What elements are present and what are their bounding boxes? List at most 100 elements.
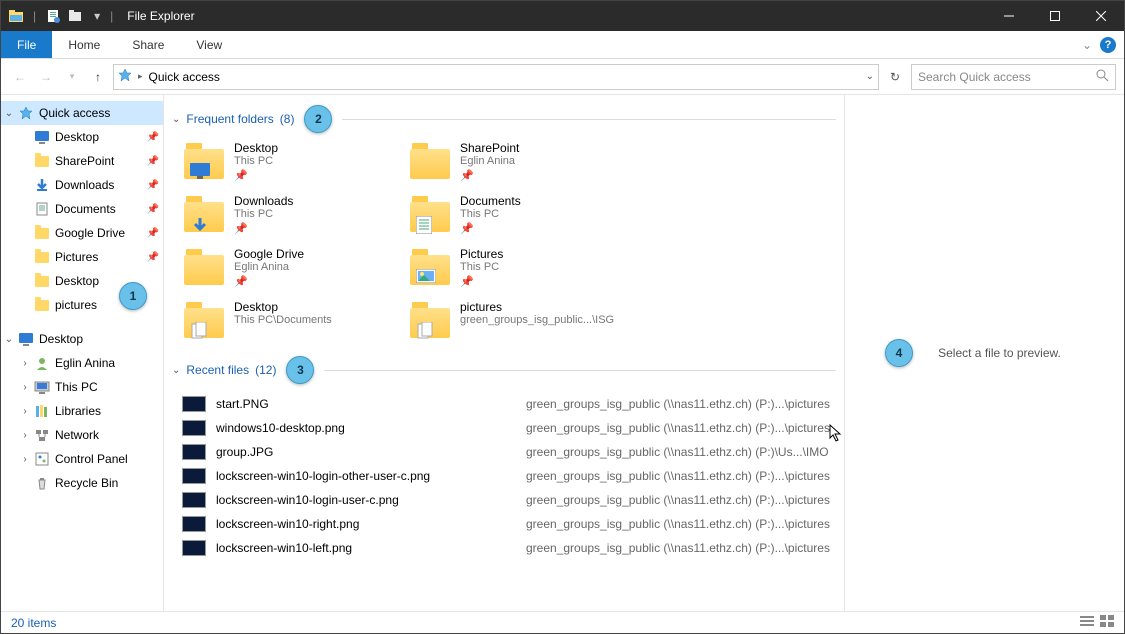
folder-icon	[182, 141, 226, 181]
tree-item[interactable]: › This PC	[1, 375, 163, 399]
view-details-icon[interactable]	[1080, 615, 1094, 630]
pin-icon: 📌	[460, 222, 521, 235]
folder-tile[interactable]: Google Drive Eglin Anina 📌	[182, 247, 402, 288]
folder-tile[interactable]: Desktop This PC 📌	[182, 141, 402, 182]
folder-tile[interactable]: Documents This PC 📌	[408, 194, 628, 235]
breadcrumb-location[interactable]: Quick access	[149, 70, 220, 84]
tree-item[interactable]: Downloads📌	[1, 173, 163, 197]
tab-share[interactable]: Share	[116, 31, 180, 58]
nav-bar: ← → ▾ ↑ ▸ Quick access ⌄ ↻ Search Quick …	[1, 59, 1124, 95]
expand-icon[interactable]: ⌄	[1, 334, 17, 345]
nav-up-button[interactable]: ↑	[87, 66, 109, 88]
expand-icon[interactable]: ›	[17, 358, 33, 369]
folder-location: This PC\Documents	[234, 314, 332, 326]
refresh-button[interactable]: ↻	[883, 65, 907, 89]
nav-tree: ⌄ Quick access Desktop📌 SharePoint📌 Down…	[1, 95, 164, 611]
maximize-button[interactable]	[1032, 1, 1078, 31]
recent-file-row[interactable]: lockscreen-win10-login-other-user-c.png …	[182, 464, 836, 488]
collapse-icon[interactable]: ⌄	[172, 114, 180, 125]
file-thumbnail	[182, 420, 206, 436]
nav-forward-button[interactable]: →	[35, 66, 57, 88]
tree-label: Control Panel	[55, 452, 128, 466]
nav-back-button[interactable]: ←	[9, 66, 31, 88]
pin-icon: 📌	[147, 252, 159, 263]
recent-file-row[interactable]: lockscreen-win10-login-user-c.png green_…	[182, 488, 836, 512]
collapse-icon[interactable]: ⌄	[172, 365, 180, 376]
tree-item[interactable]: Pictures 📌	[1, 245, 163, 269]
folder-tile[interactable]: Downloads This PC 📌	[182, 194, 402, 235]
expand-icon[interactable]: ⌄	[1, 108, 17, 119]
qat-properties-icon[interactable]	[44, 7, 62, 25]
expand-icon[interactable]: ›	[17, 382, 33, 393]
tree-quick-access[interactable]: ⌄ Quick access	[1, 101, 163, 125]
address-dropdown-icon[interactable]: ⌄	[866, 71, 874, 82]
help-icon[interactable]: ?	[1100, 37, 1116, 53]
qat-separator: |	[33, 9, 36, 23]
recent-file-row[interactable]: start.PNG green_groups_isg_public (\\nas…	[182, 392, 836, 416]
folder-icon	[182, 194, 226, 234]
close-button[interactable]	[1078, 1, 1124, 31]
pin-icon: 📌	[234, 169, 278, 182]
pin-icon: 📌	[147, 180, 159, 191]
expand-icon[interactable]: ›	[17, 454, 33, 465]
tree-label: Pictures	[55, 250, 98, 264]
content-pane[interactable]: ⌄ Frequent folders (8) 2 Desktop This PC…	[164, 95, 844, 611]
recent-file-row[interactable]: lockscreen-win10-right.png green_groups_…	[182, 512, 836, 536]
folder-name: Desktop	[234, 300, 332, 314]
tab-view[interactable]: View	[180, 31, 238, 58]
qat-dropdown-icon[interactable]: ▾	[88, 7, 106, 25]
folder-icon	[33, 296, 51, 314]
expand-icon[interactable]: ›	[17, 406, 33, 417]
folder-tile[interactable]: Desktop This PC\Documents	[182, 300, 402, 340]
file-name: group.JPG	[216, 445, 516, 459]
annotation-4: 4	[885, 339, 913, 367]
recent-file-row[interactable]: group.JPG green_groups_isg_public (\\nas…	[182, 440, 836, 464]
group-header-frequent[interactable]: ⌄ Frequent folders (8) 2	[172, 105, 836, 133]
folder-tile[interactable]: SharePoint Eglin Anina 📌	[408, 141, 628, 182]
folder-tile[interactable]: pictures green_groups_isg_public...\ISG	[408, 300, 628, 340]
file-thumbnail	[182, 492, 206, 508]
title-bar: | ▾ | File Explorer	[1, 1, 1124, 31]
nav-recent-dropdown[interactable]: ▾	[61, 66, 83, 88]
tree-item[interactable]: › Libraries	[1, 399, 163, 423]
file-path: green_groups_isg_public (\\nas11.ethz.ch…	[526, 541, 830, 555]
tree-label: This PC	[55, 380, 98, 394]
expand-icon[interactable]: ›	[17, 430, 33, 441]
tab-home[interactable]: Home	[52, 31, 116, 58]
preview-pane: 4 Select a file to preview.	[844, 95, 1124, 611]
qat-newfolder-icon[interactable]	[66, 7, 84, 25]
tree-item[interactable]: SharePoint📌	[1, 149, 163, 173]
folder-name: Google Drive	[234, 247, 304, 261]
breadcrumb-chevron-icon[interactable]: ▸	[138, 71, 143, 82]
tree-desktop-root[interactable]: ⌄ Desktop	[1, 327, 163, 351]
tree-item[interactable]: › Eglin Anina	[1, 351, 163, 375]
folder-location: green_groups_isg_public...\ISG	[460, 314, 614, 326]
address-bar[interactable]: ▸ Quick access ⌄	[113, 64, 879, 90]
file-path: green_groups_isg_public (\\nas11.ethz.ch…	[526, 493, 830, 507]
view-large-icon[interactable]	[1100, 615, 1114, 630]
desktop-icon	[33, 128, 51, 146]
ribbon-expand-icon[interactable]: ⌄	[1082, 38, 1092, 52]
tree-item[interactable]: Desktop📌	[1, 125, 163, 149]
tree-item[interactable]: Documents📌	[1, 197, 163, 221]
tree-label: Documents	[55, 202, 116, 216]
minimize-button[interactable]	[986, 1, 1032, 31]
tree-label: Recycle Bin	[55, 476, 118, 490]
document-icon	[33, 200, 51, 218]
annotation-2: 2	[304, 105, 332, 133]
recent-file-row[interactable]: windows10-desktop.png green_groups_isg_p…	[182, 416, 836, 440]
titlebar-sep: |	[110, 9, 113, 23]
group-header-recent[interactable]: ⌄ Recent files (12) 3	[172, 356, 836, 384]
tree-item[interactable]: Recycle Bin	[1, 471, 163, 495]
libraries-icon	[33, 402, 51, 420]
tab-file[interactable]: File	[1, 31, 52, 58]
file-path: green_groups_isg_public (\\nas11.ethz.ch…	[526, 397, 830, 411]
folder-tile[interactable]: Pictures This PC 📌	[408, 247, 628, 288]
network-icon	[33, 426, 51, 444]
tree-item[interactable]: Google Drive📌	[1, 221, 163, 245]
tree-item[interactable]: › Control Panel	[1, 447, 163, 471]
folder-name: Desktop	[234, 141, 278, 155]
search-input[interactable]: Search Quick access	[911, 64, 1116, 90]
recent-file-row[interactable]: lockscreen-win10-left.png green_groups_i…	[182, 536, 836, 560]
tree-item[interactable]: › Network	[1, 423, 163, 447]
